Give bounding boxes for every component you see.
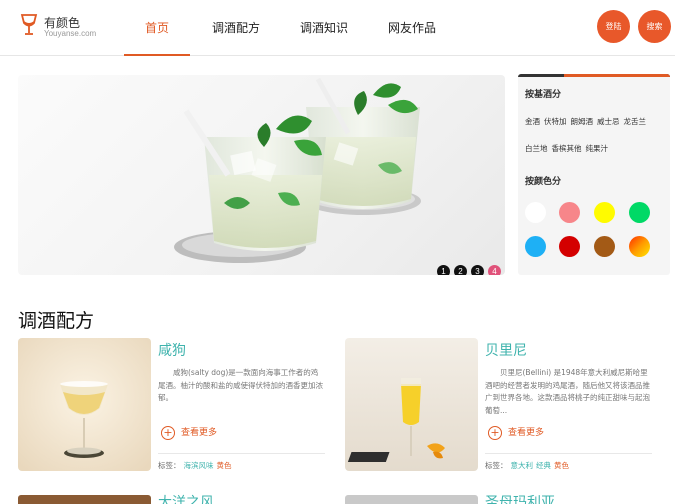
base-tag-whisky[interactable]: 威士忌: [597, 116, 620, 127]
base-spirit-list: 金酒 伏特加 朗姆酒 威士忌 龙舌兰白兰地 香槟其他 纯果汁: [524, 109, 669, 163]
color-swatch-pink[interactable]: [559, 202, 580, 223]
logo-domain: Youyanse.com: [44, 29, 97, 38]
recipe-card: 咸狗 咸狗(salty dog)是一款面向海事工作者的鸡尾酒。柚汁的酸和盐的咸使…: [18, 338, 328, 473]
hero-carousel[interactable]: 1234: [18, 75, 505, 275]
color-swatch-red[interactable]: [559, 236, 580, 257]
carousel-dot-2[interactable]: 2: [454, 265, 467, 275]
nav-home[interactable]: 首页: [124, 0, 190, 56]
recipe-title[interactable]: 咸狗: [158, 340, 186, 360]
base-tag-vodka[interactable]: 伏特加: [544, 116, 567, 127]
base-tag-champagne-other[interactable]: 香槟其他: [552, 143, 582, 154]
color-swatch-brown[interactable]: [594, 236, 615, 257]
color-swatch-green[interactable]: [629, 202, 650, 223]
recipe-title[interactable]: 贝里尼: [485, 340, 527, 360]
tags-prefix: 标签：: [485, 461, 508, 470]
salty-dog-cocktail-image: [18, 338, 151, 471]
bellini-cocktail-image: [345, 338, 478, 471]
carousel-dot-4[interactable]: 4: [488, 265, 501, 275]
recipe-card: 贝里尼 贝里尼(Bellini) 是1948年意大利威尼斯哈里酒吧的经营者发明的…: [345, 338, 655, 473]
tag-link[interactable]: 黄色: [217, 461, 232, 470]
recipe-tags: 标签： 意大利 经典 黄色: [485, 460, 572, 471]
plus-circle-icon: +: [161, 426, 175, 440]
color-swatch-yellow[interactable]: [594, 202, 615, 223]
recipe-description: 贝里尼(Bellini) 是1948年意大利威尼斯哈里酒吧的经营者发明的鸡尾酒，…: [485, 368, 650, 415]
color-swatch-gradient[interactable]: [629, 236, 650, 257]
base-tag-brandy[interactable]: 白兰地: [525, 143, 548, 154]
carousel-dot-1[interactable]: 1: [437, 265, 450, 275]
tags-prefix: 标签：: [158, 461, 181, 470]
base-tag-tequila[interactable]: 龙舌兰: [624, 116, 647, 127]
view-more-link[interactable]: + 查看更多: [161, 425, 217, 441]
wine-glass-icon: [20, 14, 38, 35]
nav-knowledge[interactable]: 调酒知识: [290, 0, 358, 56]
base-tag-gin[interactable]: 金酒: [525, 116, 540, 127]
base-tag-rum[interactable]: 朗姆酒: [571, 116, 594, 127]
plus-circle-icon: +: [488, 426, 502, 440]
search-button[interactable]: 搜索: [638, 10, 671, 43]
base-spirit-heading: 按基酒分: [525, 90, 562, 100]
recipe-description: 咸狗(salty dog)是一款面向海事工作者的鸡尾酒。柚汁的酸和盐的咸使得伏特…: [158, 368, 323, 402]
color-heading: 按颜色分: [525, 177, 562, 187]
recipe-image[interactable]: [345, 495, 478, 504]
site-logo[interactable]: 有颜色 Youyanse.com: [20, 12, 115, 42]
login-button[interactable]: 登陆: [597, 10, 630, 43]
panel-top-accent: [564, 74, 670, 77]
nav-recipes[interactable]: 调酒配方: [202, 0, 270, 56]
recipe-tags: 标签： 海滨风味 黄色: [158, 460, 235, 471]
recipe-title[interactable]: 大洋之风: [158, 492, 214, 504]
base-tag-juice[interactable]: 纯果汁: [586, 143, 609, 154]
nav-user-works[interactable]: 网友作品: [378, 0, 446, 56]
tag-link[interactable]: 黄色: [554, 461, 569, 470]
recipe-title[interactable]: 圣母玛利亚: [485, 492, 555, 504]
mojito-drinks-image: [174, 77, 421, 263]
recipe-image[interactable]: [345, 338, 478, 471]
view-more-label: 查看更多: [508, 428, 545, 438]
tag-link[interactable]: 意大利: [511, 461, 534, 470]
recipe-image[interactable]: [18, 338, 151, 471]
tag-link[interactable]: 经典: [536, 461, 551, 470]
color-swatch-white[interactable]: [525, 202, 546, 223]
view-more-label: 查看更多: [181, 428, 218, 438]
tag-link[interactable]: 海滨风味: [184, 461, 214, 470]
carousel-dot-3[interactable]: 3: [471, 265, 484, 275]
recipes-section-title: 调酒配方: [18, 310, 95, 332]
divider: [158, 453, 325, 454]
color-swatch-blue[interactable]: [525, 236, 546, 257]
view-more-link[interactable]: + 查看更多: [488, 425, 544, 441]
carousel-pagination: 1234: [433, 259, 501, 275]
divider: [485, 453, 652, 454]
filter-panel: 按基酒分 金酒 伏特加 朗姆酒 威士忌 龙舌兰白兰地 香槟其他 纯果汁 按颜色分: [518, 74, 670, 275]
site-header: 有颜色 Youyanse.com 首页 调酒配方 调酒知识 网友作品 登陆 搜索: [0, 0, 675, 56]
recipe-image[interactable]: [18, 495, 151, 504]
